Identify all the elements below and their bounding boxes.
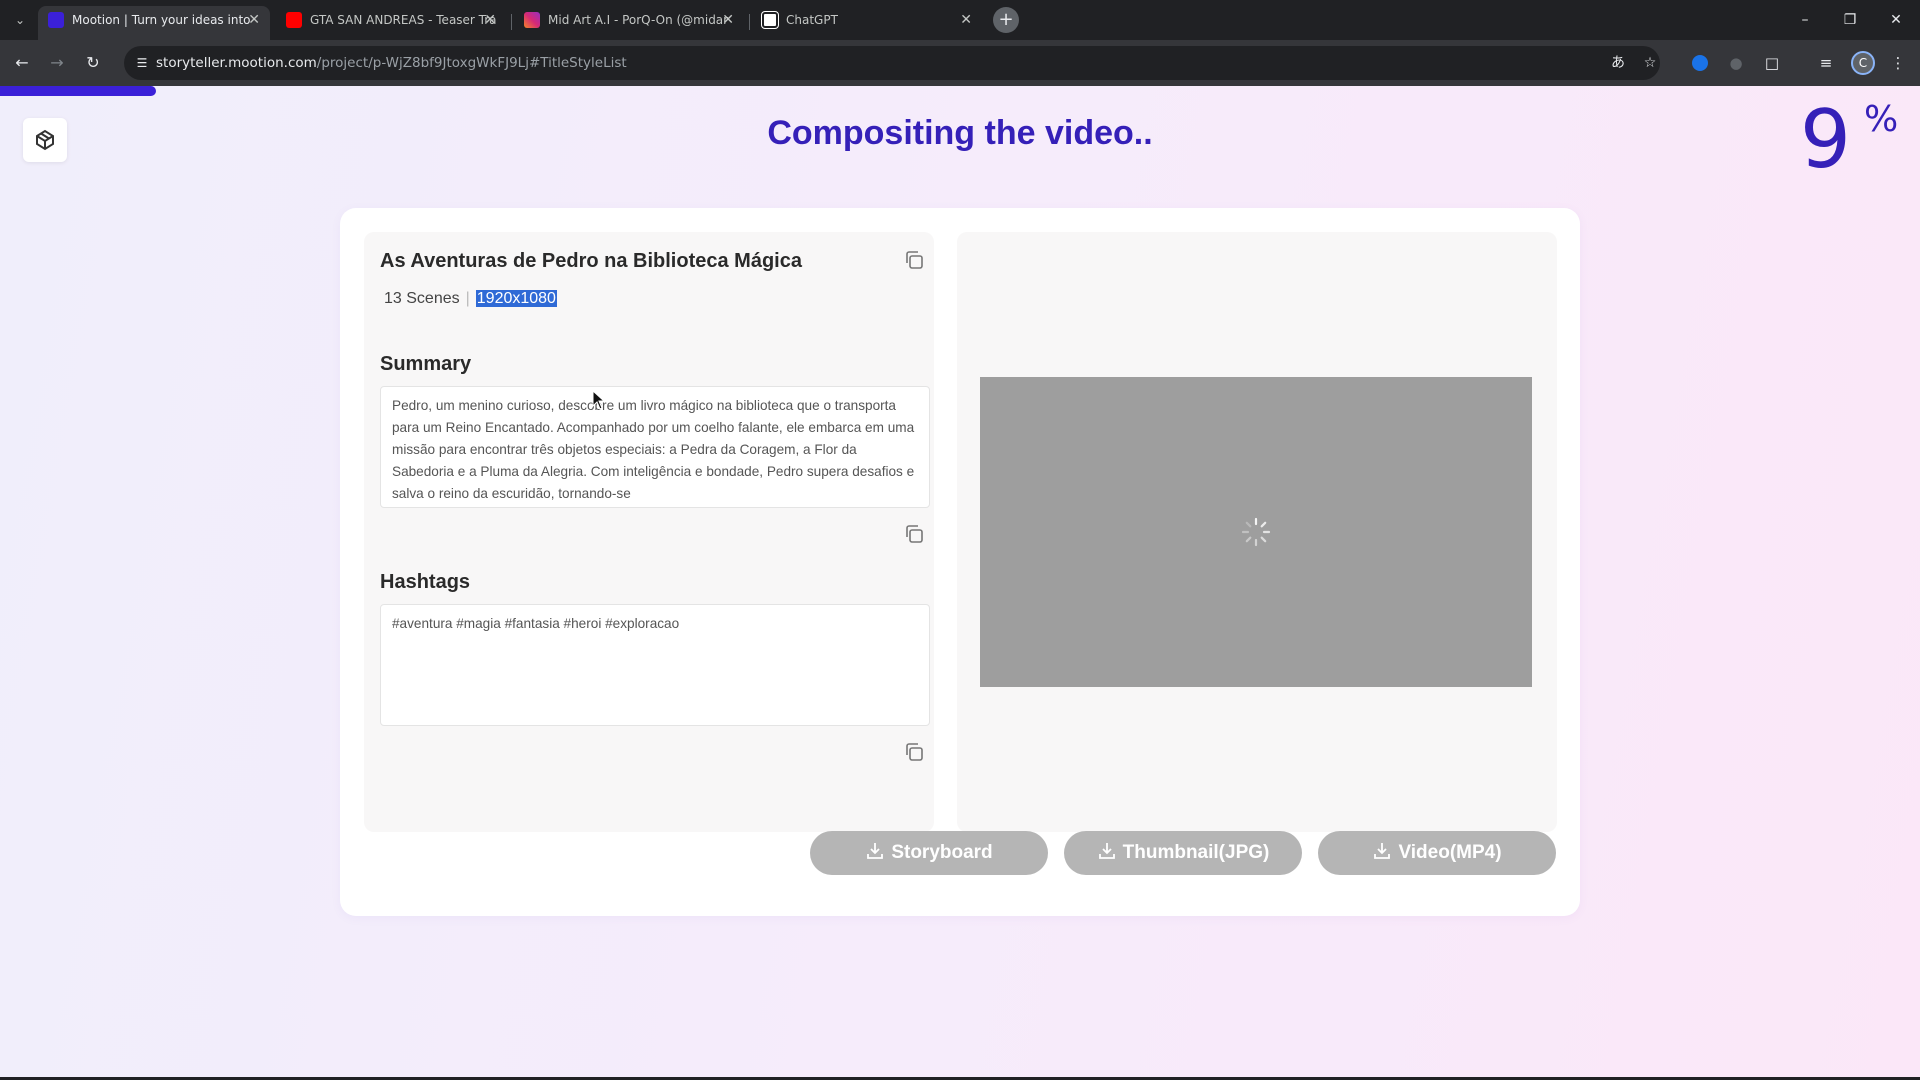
download-icon [867,842,884,859]
restore-icon[interactable]: ❐ [1838,8,1862,32]
forward-arrow-icon[interactable]: → [45,51,69,75]
download-storyboard-button[interactable]: Storyboard [810,831,1048,875]
tab-mootion[interactable]: Mootion | Turn your ideas into ✕ [38,6,270,40]
hashtags-textbox[interactable]: #aventura #magia #fantasia #heroi #explo… [380,604,930,726]
copy-title-icon[interactable] [902,248,926,272]
project-meta: 13 Scenes | 1920x1080 [384,290,557,308]
bookmark-star-icon[interactable]: ☆ [1640,53,1660,73]
chatgpt-favicon-icon [762,12,778,28]
summary-heading: Summary [380,353,472,375]
project-info-panel: As Aventuras de Pedro na Biblioteca Mági… [364,232,934,832]
tab-title: Mootion | Turn your ideas into [72,13,251,27]
instagram-favicon-icon [524,12,540,28]
extension-puzzle-gray-icon[interactable]: ● [1724,51,1748,75]
menu-dots-icon[interactable]: ⋮ [1886,51,1910,75]
new-tab-button[interactable]: + [993,7,1019,33]
site-info-icon[interactable]: ☰ [132,53,152,73]
tab-title: ChatGPT [786,13,838,27]
mootion-favicon-icon [48,12,64,28]
copy-summary-icon[interactable] [902,522,926,546]
tab-youtube[interactable]: GTA SAN ANDREAS - Teaser Tra ✕ [276,6,506,40]
mouse-cursor-icon [592,390,606,410]
page-content: Compositing the video.. 9 % As Aventuras… [0,86,1920,1080]
translate-icon[interactable]: あ [1608,53,1628,73]
browser-tab-bar: ⌄ Mootion | Turn your ideas into ✕ GTA S… [0,0,1920,40]
progress-bar-fill [0,86,156,96]
download-icon [1374,842,1391,859]
copy-hashtags-icon[interactable] [902,740,926,764]
close-icon[interactable]: ✕ [722,6,734,34]
loading-spinner-icon [1241,517,1271,547]
media-control-icon[interactable]: ≡ [1814,51,1838,75]
profile-avatar[interactable]: C [1851,51,1875,75]
reload-icon[interactable]: ↻ [81,51,105,75]
scene-count: 13 Scenes [384,290,460,307]
download-thumbnail-label: Thumbnail(JPG) [1122,842,1270,863]
project-card: As Aventuras de Pedro na Biblioteca Mági… [340,208,1580,916]
close-icon[interactable]: ✕ [248,6,260,34]
close-icon[interactable]: ✕ [484,6,496,34]
address-bar[interactable]: ☰ storyteller.mootion.com/project/p-WjZ8… [124,46,1660,80]
close-icon[interactable]: ✕ [960,6,972,34]
download-thumbnail-button[interactable]: Thumbnail(JPG) [1064,831,1302,875]
minimize-icon[interactable]: – [1793,8,1817,32]
hashtags-heading: Hashtags [380,571,471,593]
project-title: As Aventuras de Pedro na Biblioteca Mági… [380,250,802,272]
url-text: storyteller.mootion.com/project/p-WjZ8bf… [156,55,627,71]
meta-separator: | [465,290,470,307]
tab-title: GTA SAN ANDREAS - Teaser Tra [310,13,496,27]
window-close-icon[interactable]: ✕ [1884,8,1908,32]
tab-search-chevron-icon[interactable]: ⌄ [8,8,32,32]
extensions-puzzle-icon[interactable]: □ [1760,51,1784,75]
tab-instagram[interactable]: Mid Art A.I - PorQ-On (@midar ✕ [514,6,744,40]
video-preview-panel [957,232,1557,832]
download-video-button[interactable]: Video(MP4) [1318,831,1556,875]
tab-chatgpt[interactable]: ChatGPT ✕ [752,6,982,40]
tab-separator [749,14,750,30]
page-title: Compositing the video.. [767,114,1153,152]
browser-toolbar: ← → ↻ ☰ storyteller.mootion.com/project/… [0,40,1920,86]
tab-separator [511,14,512,30]
progress-percent-sign: % [1864,99,1899,140]
progress-percent-value: 9 [1800,93,1851,186]
resolution-label: 1920x1080 [475,290,557,307]
progress-bar [0,86,1920,96]
download-video-label: Video(MP4) [1398,842,1502,863]
extension-blue-icon[interactable] [1688,51,1712,75]
download-storyboard-label: Storyboard [891,842,993,863]
youtube-favicon-icon [286,12,302,28]
video-preview [980,377,1532,687]
tab-title: Mid Art A.I - PorQ-On (@midar [548,13,729,27]
download-icon [1098,842,1115,859]
summary-textbox[interactable]: Pedro, um menino curioso, descobre um li… [380,386,930,508]
back-arrow-icon[interactable]: ← [10,51,34,75]
